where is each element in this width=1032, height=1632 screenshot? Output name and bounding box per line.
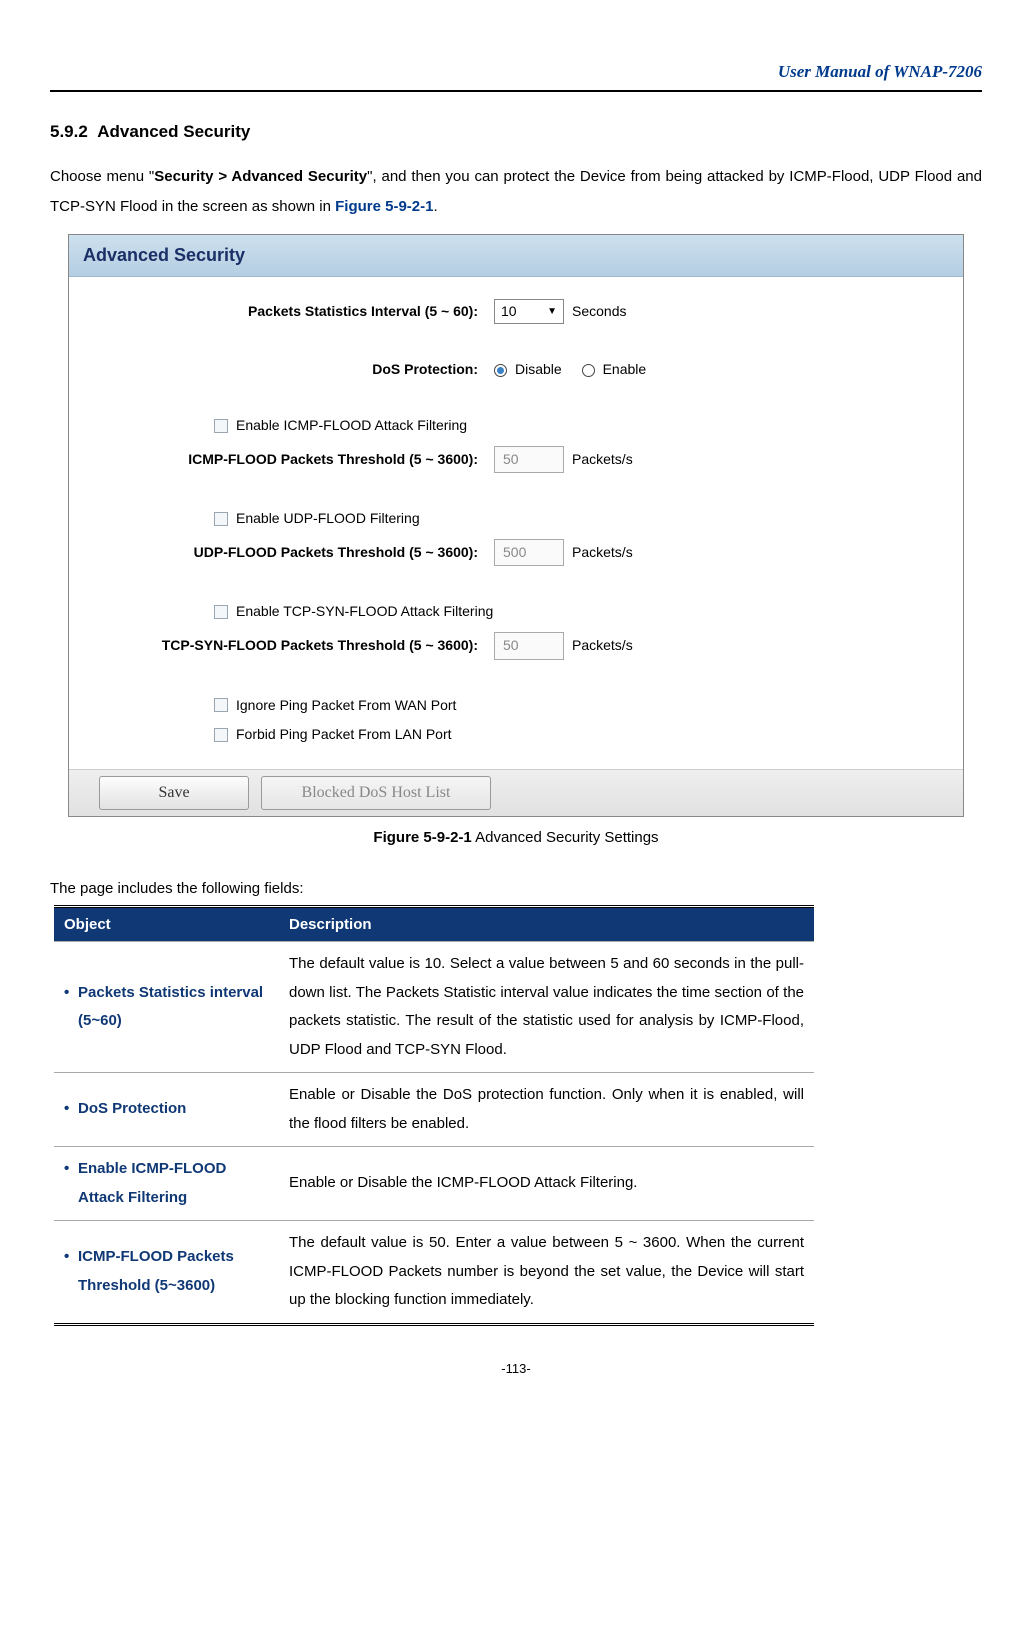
section-heading: 5.9.2 Advanced Security [50,120,982,144]
figure-caption-num: Figure 5-9-2-1 [373,829,471,846]
col-object: Object [54,907,279,942]
intro-menu-path: Security > Advanced Security [154,168,367,185]
desc-1: Enable or Disable the DoS protection fun… [279,1073,814,1147]
udp-unit: Packets/s [572,543,633,563]
section-number: 5.9.2 [50,122,88,141]
dos-enable-label: Enable [603,360,647,380]
page-number: -113- [50,1360,982,1378]
obj-0: Packets Statistics interval (5~60) [78,979,269,1036]
tcp-enable-label: Enable TCP-SYN-FLOOD Attack Filtering [236,602,493,622]
udp-threshold-input[interactable]: 500 [494,539,564,567]
blocked-dos-list-button[interactable]: Blocked DoS Host List [261,776,491,810]
desc-2: Enable or Disable the ICMP-FLOOD Attack … [279,1147,814,1221]
ignore-wan-checkbox[interactable] [214,698,228,712]
table-row: •DoS Protection Enable or Disable the Do… [54,1073,814,1147]
icmp-threshold-input[interactable]: 50 [494,446,564,474]
intro-post: . [433,198,437,215]
fields-table: Object Description •Packets Statistics i… [54,905,814,1326]
dos-disable-label: Disable [515,360,562,380]
table-row: •ICMP-FLOOD Packets Threshold (5~3600) T… [54,1221,814,1325]
icmp-enable-label: Enable ICMP-FLOOD Attack Filtering [236,416,467,436]
dos-protection-label: DoS Protection: [99,360,494,380]
figure-reference: Figure 5-9-2-1 [335,198,433,215]
panel-title: Advanced Security [69,235,963,277]
tcp-unit: Packets/s [572,636,633,656]
udp-enable-checkbox[interactable] [214,512,228,526]
udp-threshold-label: UDP-FLOOD Packets Threshold (5 ~ 3600): [99,543,494,563]
button-bar: Save Blocked DoS Host List [69,769,963,816]
desc-0: The default value is 10. Select a value … [279,942,814,1073]
icmp-threshold-label: ICMP-FLOOD Packets Threshold (5 ~ 3600): [99,450,494,470]
advanced-security-screenshot: Advanced Security Packets Statistics Int… [68,234,964,818]
table-row: •Enable ICMP-FLOOD Attack Filtering Enab… [54,1147,814,1221]
tcp-threshold-label: TCP-SYN-FLOOD Packets Threshold (5 ~ 360… [99,636,494,656]
chevron-down-icon: ▼ [547,305,557,319]
icmp-unit: Packets/s [572,450,633,470]
figure-caption: Figure 5-9-2-1 Advanced Security Setting… [50,827,982,848]
intro-pre: Choose menu " [50,168,154,185]
stats-interval-label: Packets Statistics Interval (5 ~ 60): [99,302,494,322]
dos-disable-radio[interactable] [494,364,507,377]
udp-enable-label: Enable UDP-FLOOD Filtering [236,509,420,529]
stats-interval-select[interactable]: 10 ▼ [494,299,564,325]
fields-intro: The page includes the following fields: [50,878,982,899]
doc-header: User Manual of WNAP-7206 [50,60,982,92]
icmp-enable-checkbox[interactable] [214,419,228,433]
obj-3: ICMP-FLOOD Packets Threshold (5~3600) [78,1243,269,1300]
dos-enable-radio[interactable] [582,364,595,377]
tcp-enable-checkbox[interactable] [214,605,228,619]
obj-2: Enable ICMP-FLOOD Attack Filtering [78,1155,269,1212]
obj-1: DoS Protection [78,1095,269,1124]
col-description: Description [279,907,814,942]
stats-interval-value: 10 [501,302,517,322]
stats-interval-unit: Seconds [572,302,626,322]
forbid-lan-label: Forbid Ping Packet From LAN Port [236,725,452,745]
forbid-lan-checkbox[interactable] [214,728,228,742]
desc-3: The default value is 50. Enter a value b… [279,1221,814,1325]
section-title: Advanced Security [97,122,250,141]
ignore-wan-label: Ignore Ping Packet From WAN Port [236,696,456,716]
intro-paragraph: Choose menu "Security > Advanced Securit… [50,162,982,222]
save-button[interactable]: Save [99,776,249,810]
figure-caption-text: Advanced Security Settings [472,829,659,846]
table-row: •Packets Statistics interval (5~60) The … [54,942,814,1073]
tcp-threshold-input[interactable]: 50 [494,632,564,660]
